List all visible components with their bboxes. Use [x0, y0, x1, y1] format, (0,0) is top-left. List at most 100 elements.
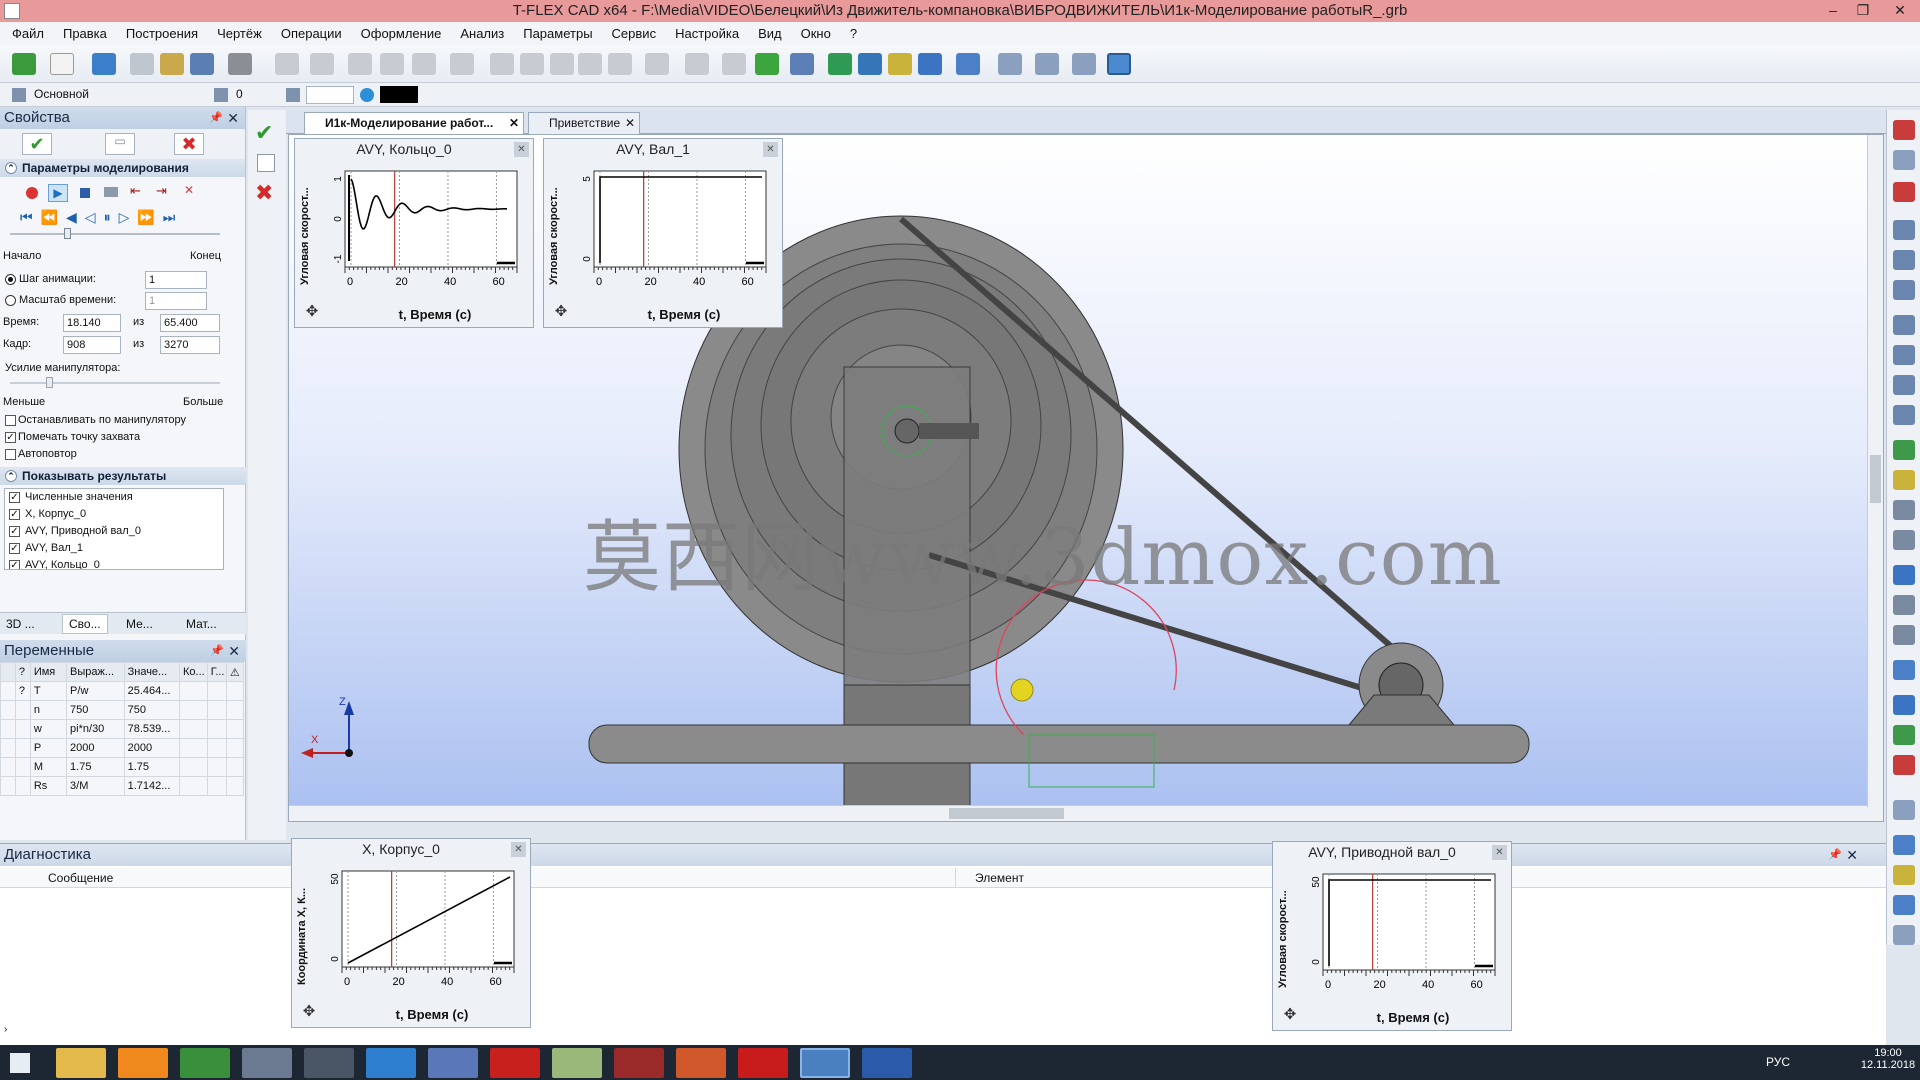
light-icon[interactable]	[1893, 800, 1915, 820]
layer-name[interactable]: Основной	[34, 87, 89, 101]
opera-icon[interactable]	[490, 1048, 540, 1078]
arc-dimension-icon[interactable]	[520, 53, 544, 75]
anim-step-radio[interactable]	[5, 274, 16, 285]
attach-icon[interactable]	[1893, 182, 1915, 202]
rotate-view-icon[interactable]	[1893, 440, 1915, 460]
menu-operations[interactable]: Операции	[281, 26, 342, 41]
box-icon[interactable]	[1893, 865, 1915, 885]
link-icon[interactable]	[998, 53, 1022, 75]
app-icon[interactable]	[304, 1048, 354, 1078]
h-scrollbar[interactable]	[289, 805, 1883, 821]
checkmark-tool-icon[interactable]	[12, 53, 36, 75]
camera-icon[interactable]	[104, 187, 118, 197]
graph-window[interactable]: AVY, Кольцо_0 ✕ Угловая скорост... 0 20 40…	[294, 138, 534, 328]
maximize-button[interactable]: ❐	[1848, 0, 1878, 22]
word-icon[interactable]	[862, 1048, 912, 1078]
play-icon[interactable]: ▶	[48, 184, 68, 202]
orbit-icon[interactable]	[1893, 500, 1915, 520]
time-scale-input[interactable]: 1	[145, 292, 207, 310]
menu-service[interactable]: Сервис	[612, 26, 657, 41]
save-icon[interactable]	[190, 53, 214, 75]
layers-icon[interactable]	[1893, 625, 1915, 645]
snap-icon[interactable]	[1893, 150, 1915, 170]
zoom-next-icon[interactable]	[1893, 405, 1915, 425]
zoom-icon[interactable]	[1893, 220, 1915, 240]
node-icon[interactable]	[412, 53, 436, 75]
magnet-icon[interactable]	[1893, 120, 1915, 140]
boolean-icon[interactable]	[918, 53, 942, 75]
header-q[interactable]: ?	[14, 662, 31, 682]
app-icon[interactable]	[242, 1048, 292, 1078]
menu-construct[interactable]: Построения	[126, 26, 198, 41]
close-tab-icon[interactable]: ✕	[625, 113, 635, 133]
menu-edit[interactable]: Правка	[63, 26, 107, 41]
mark-checkbox[interactable]: ✓	[5, 432, 16, 443]
playback-controls[interactable]: ⏮⏪◀◁⏸▷⏩⏭	[20, 209, 183, 226]
results-section[interactable]: ⌃ Показывать результаты	[0, 467, 246, 485]
to-end-icon[interactable]: ⇥	[156, 183, 167, 199]
move-icon[interactable]: ✥	[550, 301, 572, 323]
params-icon[interactable]	[257, 154, 275, 172]
fragment-icon[interactable]	[608, 53, 632, 75]
menu-drawing[interactable]: Чертёж	[217, 26, 262, 41]
force-thumb[interactable]	[46, 377, 53, 388]
tab-3d[interactable]: 3D ...	[6, 617, 35, 631]
explorer-icon[interactable]	[56, 1048, 106, 1078]
minimize-button[interactable]: –	[1818, 0, 1848, 22]
v-scrollbar[interactable]	[1867, 135, 1883, 807]
walk-icon[interactable]	[1893, 530, 1915, 550]
sim-params-section[interactable]: ⌃ Параметры моделирования	[0, 159, 245, 177]
menu-settings[interactable]: Настройка	[675, 26, 739, 41]
header-group[interactable]: Г...	[206, 662, 227, 682]
time-input[interactable]: 18.140	[63, 314, 121, 332]
menu-view[interactable]: Вид	[758, 26, 782, 41]
windows-start-icon[interactable]	[10, 1053, 30, 1073]
explode-icon[interactable]	[1893, 595, 1915, 615]
close-panel-icon[interactable]: ✕	[228, 640, 240, 662]
tab-document[interactable]: И1к-Моделирование работ... ✕	[304, 112, 524, 134]
header-expr[interactable]: Выраж...	[66, 662, 125, 682]
open-folder-icon[interactable]	[160, 53, 184, 75]
table-row[interactable]: P 2000 2000	[0, 738, 245, 758]
stop-checkbox[interactable]	[5, 415, 16, 426]
close-tab-icon[interactable]: ✕	[509, 113, 519, 133]
material-icon[interactable]	[1893, 755, 1915, 775]
list-item[interactable]: Численные значения	[25, 491, 133, 503]
close-button[interactable]: ✕	[1880, 0, 1920, 22]
move-icon[interactable]: ✥	[301, 301, 323, 323]
variables-table[interactable]: ? Имя Выраж... Значе... Ко... Г... ⚠ ? T P…	[0, 662, 245, 796]
rotate-icon[interactable]	[858, 53, 882, 75]
results-list[interactable]: ✓ Численные значения ✓ X, Корпус_0 ✓ AVY, П…	[4, 488, 224, 570]
profile-icon[interactable]	[790, 53, 814, 75]
clear-record-icon[interactable]: ✕	[184, 183, 194, 197]
move-icon[interactable]: ✥	[1279, 1004, 1301, 1026]
list-item[interactable]: AVY, Кольцо_0	[25, 559, 100, 569]
assembly-icon[interactable]	[956, 53, 980, 75]
redo-icon[interactable]	[310, 53, 334, 75]
graph-close-icon[interactable]: ✕	[514, 142, 529, 157]
move-icon[interactable]: ✥	[298, 1001, 320, 1023]
open-icon[interactable]	[130, 53, 154, 75]
axis-icon[interactable]	[722, 53, 746, 75]
header-comment[interactable]: Ко...	[179, 662, 208, 682]
to-start-icon[interactable]: ⇤	[130, 183, 141, 199]
text-icon[interactable]	[550, 53, 574, 75]
sketch-icon[interactable]	[450, 53, 474, 75]
menu-help[interactable]: ?	[850, 26, 857, 41]
simulation-icon[interactable]	[1035, 53, 1059, 75]
graph-close-icon[interactable]: ✕	[763, 142, 778, 157]
anim-step-input[interactable]: 1	[145, 271, 207, 289]
tab-properties[interactable]: Сво...	[62, 614, 108, 634]
tab-model[interactable]: Ме...	[126, 617, 153, 631]
table-row[interactable]: Rs 3/M 1.7142...	[0, 776, 245, 796]
repeat-checkbox[interactable]	[5, 449, 16, 460]
section-icon[interactable]	[1893, 565, 1915, 585]
expand-icon[interactable]: ›	[4, 1024, 7, 1035]
stop-icon[interactable]	[80, 188, 90, 198]
level-value[interactable]: 0	[236, 87, 243, 101]
app-icon[interactable]	[118, 1048, 168, 1078]
cancel-button[interactable]: ✖	[174, 133, 204, 155]
app-icon[interactable]	[552, 1048, 602, 1078]
zoom-window-icon[interactable]	[1893, 250, 1915, 270]
priority-field[interactable]	[306, 86, 354, 104]
